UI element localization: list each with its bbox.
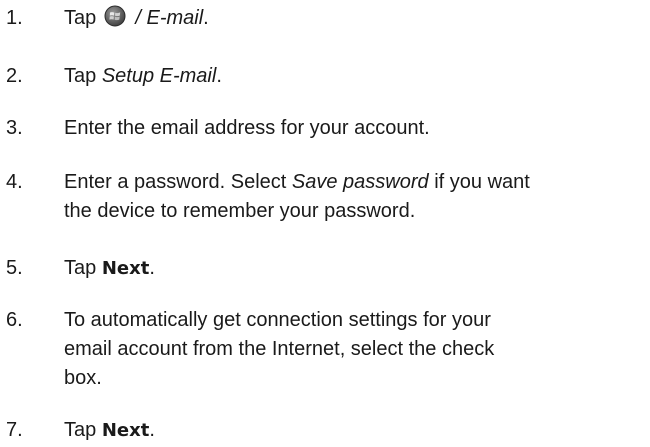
step-text: Enter the email address for your account… bbox=[64, 117, 430, 139]
step-text: Tap / E-mail. bbox=[64, 4, 644, 33]
step-number: 6. bbox=[6, 309, 23, 331]
step-line-1: To automatically get connection settings… bbox=[64, 309, 491, 331]
step-suffix: . bbox=[203, 7, 209, 29]
step-line-2: email account from the Internet, select … bbox=[64, 338, 495, 360]
step-separator: / bbox=[135, 7, 141, 29]
step-target: Next bbox=[101, 420, 150, 441]
step-suffix: . bbox=[149, 419, 155, 441]
step-number: 4. bbox=[6, 171, 23, 193]
step-number: 1. bbox=[6, 7, 23, 29]
step-target: Next bbox=[101, 258, 150, 279]
step-text: Tap Next. bbox=[64, 254, 644, 283]
step-target: E-mail bbox=[146, 7, 204, 29]
step-text: Tap Next. bbox=[64, 416, 644, 445]
step-prefix: Tap bbox=[64, 257, 97, 279]
step-suffix: if you want bbox=[434, 171, 530, 193]
step-prefix: Tap bbox=[64, 419, 97, 441]
step-suffix: . bbox=[149, 257, 155, 279]
step-suffix: . bbox=[216, 65, 222, 87]
step-prefix: Enter a password. Select bbox=[64, 171, 287, 193]
step-prefix: Tap bbox=[64, 7, 97, 29]
step-text: To automatically get connection settings… bbox=[64, 306, 644, 393]
step-line-1: Enter a password. Select Save password i… bbox=[64, 168, 644, 197]
step-line-2: the device to remember your password. bbox=[64, 200, 416, 222]
step-number: 2. bbox=[6, 65, 23, 87]
step-target: Save password bbox=[291, 171, 429, 193]
step-number: 7. bbox=[6, 419, 23, 441]
step-line-3: box. bbox=[64, 367, 102, 389]
windows-start-icon bbox=[104, 5, 126, 27]
step-number: 5. bbox=[6, 257, 23, 279]
step-text: Enter a password. Select Save password i… bbox=[64, 168, 644, 226]
step-text: Tap Setup E-mail. bbox=[64, 62, 644, 91]
step-target: Setup E-mail bbox=[101, 65, 217, 87]
step-prefix: Tap bbox=[64, 65, 97, 87]
step-number: 3. bbox=[6, 117, 23, 139]
